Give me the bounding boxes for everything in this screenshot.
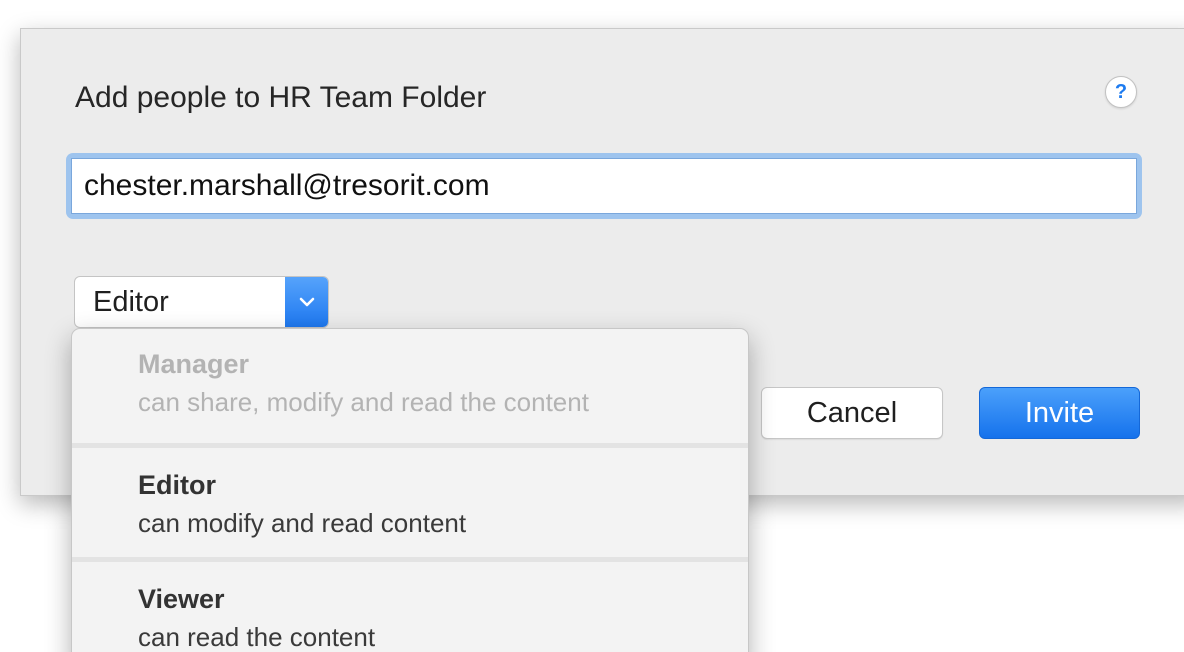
role-option-title: Editor: [138, 470, 216, 500]
role-option-title: Viewer: [138, 584, 225, 614]
role-dropdown-menu: Manager can share, modify and read the c…: [71, 328, 749, 652]
screen: Add people to HR Team Folder ? Editor Ca…: [0, 0, 1184, 652]
dialog-title: Add people to HR Team Folder: [75, 81, 487, 114]
role-select-arrow[interactable]: [285, 277, 328, 327]
role-option-description: can read the content: [138, 622, 376, 652]
email-field-focus-ring: [66, 153, 1142, 219]
email-input[interactable]: [71, 158, 1137, 214]
role-option-editor[interactable]: Editor can modify and read content: [72, 443, 748, 557]
cancel-button[interactable]: Cancel: [761, 387, 943, 439]
help-button[interactable]: ?: [1105, 76, 1137, 108]
role-option-description: can share, modify and read the content: [138, 387, 589, 417]
role-select[interactable]: Editor: [74, 276, 329, 328]
question-mark-icon: ?: [1114, 81, 1128, 103]
role-option-viewer[interactable]: Viewer can read the content: [72, 557, 748, 652]
role-option-title: Manager: [138, 349, 250, 379]
invite-button[interactable]: Invite: [979, 387, 1140, 439]
role-option-manager: Manager can share, modify and read the c…: [72, 329, 748, 443]
chevron-down-icon: [299, 297, 314, 307]
role-select-value: Editor: [93, 285, 169, 318]
role-option-description: can modify and read content: [138, 508, 467, 538]
